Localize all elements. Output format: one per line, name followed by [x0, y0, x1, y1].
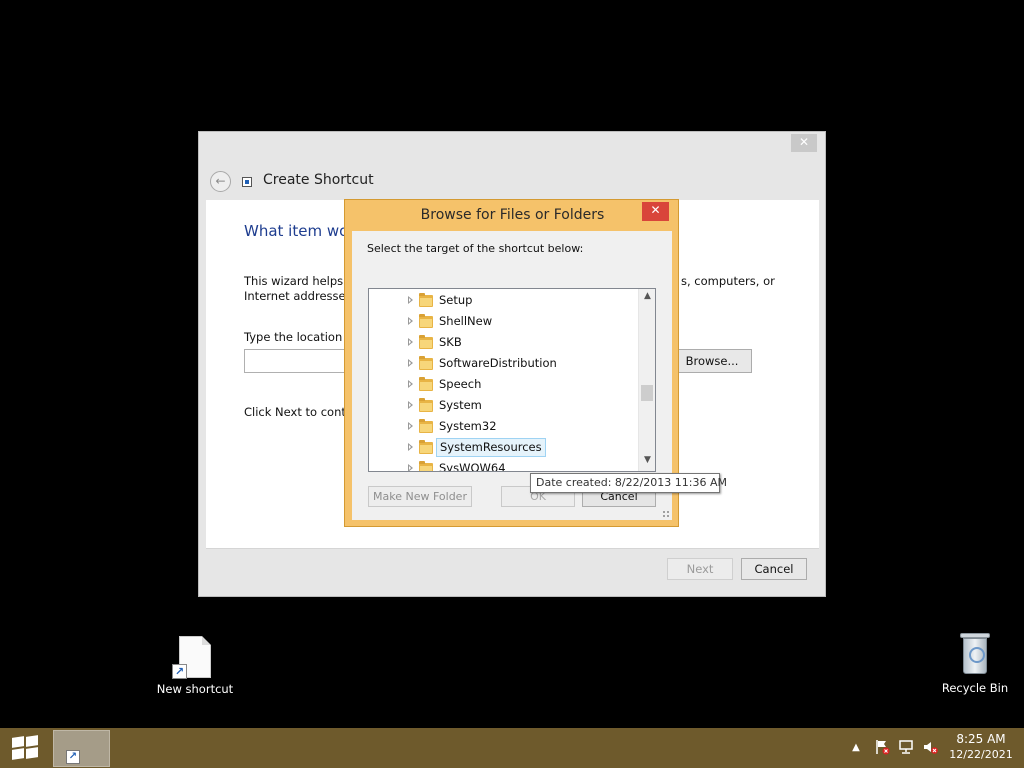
wizard-heading: What item wou: [244, 222, 358, 240]
desktop-icon-label: New shortcut: [156, 682, 234, 696]
action-center-flag-icon[interactable]: [874, 739, 890, 755]
folder-icon: [419, 314, 433, 328]
expand-arrow-icon[interactable]: [408, 359, 413, 367]
clock-date: 12/22/2021: [949, 748, 1013, 761]
tree-item-shellnew[interactable]: ShellNew: [369, 313, 639, 334]
tree-item-label: SKB: [439, 335, 462, 349]
location-input[interactable]: [244, 349, 354, 373]
start-button[interactable]: [0, 728, 50, 768]
recycle-bin-icon: [960, 633, 990, 677]
network-icon[interactable]: [898, 739, 914, 755]
browse-button[interactable]: Browse...: [672, 349, 752, 373]
wizard-close-button[interactable]: ✕: [791, 134, 817, 152]
tree-item-setup[interactable]: Setup: [369, 292, 639, 313]
browse-dialog-title: Browse for Files or Folders: [420, 207, 605, 223]
wizard-description-right: s, computers, or: [681, 274, 775, 288]
folder-icon: [419, 440, 433, 454]
browse-close-button[interactable]: ✕: [642, 202, 669, 221]
tree-item-label: Speech: [439, 377, 482, 391]
tree-item-speech[interactable]: Speech: [369, 376, 639, 397]
folder-icon: [419, 335, 433, 349]
expand-arrow-icon[interactable]: [408, 296, 413, 304]
scroll-down-icon[interactable]: ▼: [642, 455, 653, 469]
shortcut-icon: ↗: [66, 750, 80, 764]
browse-instruction: Select the target of the shortcut below:: [367, 242, 584, 255]
next-button[interactable]: Next: [667, 558, 733, 580]
tree-item-label: System: [439, 398, 482, 412]
wizard-title: Create Shortcut: [263, 172, 374, 188]
shortcut-arrow-icon: ↗: [172, 664, 187, 679]
expand-arrow-icon[interactable]: [408, 401, 413, 409]
wizard-cancel-button[interactable]: Cancel: [741, 558, 807, 580]
shortcut-file-icon: ↗: [172, 636, 211, 679]
tree-item-label: SystemResources: [436, 438, 546, 457]
tree-item-systemresources[interactable]: SystemResources: [369, 438, 639, 460]
location-label: Type the location o: [244, 330, 353, 344]
taskbar-app-create-shortcut[interactable]: ↗: [53, 730, 110, 767]
show-hidden-icons-icon[interactable]: ▲: [851, 742, 861, 753]
date-created-tooltip: Date created: 8/22/2013 11:36 AM: [530, 473, 727, 493]
tree-item-label: System32: [439, 419, 497, 433]
tree-item-skb[interactable]: SKB: [369, 334, 639, 355]
expand-arrow-icon[interactable]: [408, 380, 413, 388]
resize-grip-icon[interactable]: [662, 510, 670, 518]
folder-icon: [419, 419, 433, 433]
taskbar: ↗ ▲ 8:25 AM 12/22/2021: [0, 728, 1024, 768]
scroll-up-icon[interactable]: ▲: [642, 291, 653, 305]
expand-arrow-icon[interactable]: [408, 338, 413, 346]
tree-item-system[interactable]: System: [369, 397, 639, 418]
folder-icon: [419, 356, 433, 370]
make-new-folder-button[interactable]: Make New Folder: [368, 486, 472, 507]
tree-item-label: SysWOW64: [439, 461, 506, 472]
shortcut-icon: [242, 177, 252, 187]
tree-scrollbar[interactable]: ▲ ▼: [638, 289, 655, 471]
back-arrow-icon[interactable]: ←: [210, 171, 231, 192]
tree-item-label: ShellNew: [439, 314, 493, 328]
system-clock[interactable]: 8:25 AM 12/22/2021: [946, 732, 1016, 761]
tree-item-label: Setup: [439, 293, 473, 307]
desktop-icon-recycle-bin[interactable]: Recycle Bin: [930, 633, 1020, 695]
expand-arrow-icon[interactable]: [408, 464, 413, 471]
clock-time: 8:25 AM: [956, 732, 1006, 746]
tree-item-softwaredistribution[interactable]: SoftwareDistribution: [369, 355, 639, 376]
folder-icon: [419, 377, 433, 391]
next-hint-text: Click Next to contin: [244, 405, 357, 419]
volume-muted-icon[interactable]: [922, 739, 938, 755]
folder-icon: [419, 461, 433, 471]
tree-item-syswow64[interactable]: SysWOW64: [369, 460, 639, 472]
folder-icon: [419, 293, 433, 307]
expand-arrow-icon[interactable]: [408, 317, 413, 325]
expand-arrow-icon[interactable]: [408, 422, 413, 430]
folder-icon: [419, 398, 433, 412]
desktop-icon-label: Recycle Bin: [941, 681, 1009, 695]
tree-item-label: SoftwareDistribution: [439, 356, 557, 370]
desktop-icon-new-shortcut[interactable]: ↗ New shortcut: [150, 636, 240, 696]
scrollbar-thumb[interactable]: [641, 385, 653, 401]
tree-item-system32[interactable]: System32: [369, 418, 639, 439]
wizard-description-line2: Internet addresses.: [244, 289, 356, 303]
expand-arrow-icon[interactable]: [408, 443, 413, 451]
folder-tree[interactable]: Setup ShellNew SKB SoftwareDistribution: [368, 288, 656, 472]
footer-divider: [206, 548, 819, 549]
windows-logo-icon: [12, 735, 38, 760]
